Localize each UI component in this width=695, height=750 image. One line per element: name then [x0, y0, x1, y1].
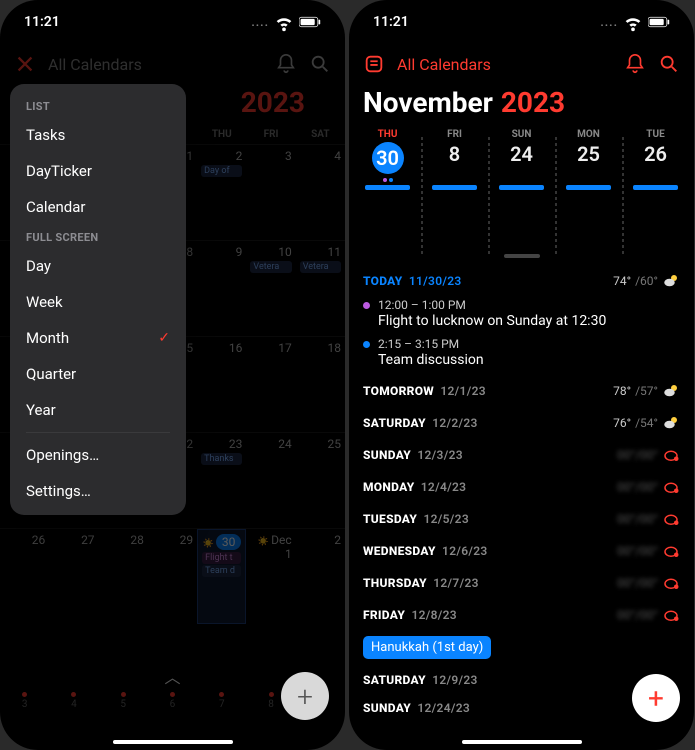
search-icon[interactable]: [309, 53, 331, 75]
month-label: November: [363, 86, 493, 119]
date-cell[interactable]: 3: [246, 145, 295, 240]
date-cell[interactable]: 4: [296, 145, 345, 240]
agenda-day-header[interactable]: TODAY 11/30/2374°/60°: [349, 264, 694, 296]
menu-item-settings[interactable]: Settings…: [10, 473, 186, 509]
date-cell[interactable]: 24: [246, 433, 295, 528]
year-label: 2023: [241, 86, 305, 119]
status-bar: 11:21 ....: [0, 0, 345, 44]
agenda-day-header[interactable]: TOMORROW 12/1/2378°/57°: [349, 374, 694, 406]
ticker-day[interactable]: FRI8: [424, 129, 485, 254]
add-event-button[interactable]: +: [281, 672, 329, 720]
wifi-icon: [273, 11, 295, 33]
date-cell[interactable]: ☀️ 30Flight tTeam d: [197, 529, 246, 624]
bell-icon[interactable]: [624, 53, 646, 75]
menu-item-day[interactable]: Day: [10, 248, 186, 284]
agenda-day-header[interactable]: SUNDAY 12/3/2300°/00°: [349, 438, 694, 470]
calendar-select[interactable]: All Calendars: [397, 55, 491, 74]
strip-day[interactable]: 7: [219, 692, 225, 710]
event-chip[interactable]: Vetera: [250, 261, 291, 273]
date-cell[interactable]: 11Vetera: [296, 241, 345, 336]
date-cell[interactable]: 27: [49, 529, 98, 624]
menu-section-list: LIST: [10, 94, 186, 117]
menu-item-calendar[interactable]: Calendar: [10, 189, 186, 225]
view-menu-popover: LIST TasksDayTickerCalendar FULL SCREEN …: [10, 84, 186, 515]
home-indicator[interactable]: [113, 740, 233, 744]
menu-item-week[interactable]: Week: [10, 284, 186, 320]
menu-icon[interactable]: [363, 53, 385, 75]
date-cell[interactable]: 2Day of: [197, 145, 246, 240]
event-chip[interactable]: Team d: [202, 565, 241, 577]
date-cell[interactable]: 2: [296, 529, 345, 624]
date-cell[interactable]: 28: [99, 529, 148, 624]
battery-icon: [299, 11, 321, 33]
menu-item-tasks[interactable]: Tasks: [10, 117, 186, 153]
agenda-day-header[interactable]: THURSDAY 12/7/2300°/00°: [349, 566, 694, 598]
agenda-day-header[interactable]: WEDNESDAY 12/6/2300°/00°: [349, 534, 694, 566]
event-chip[interactable]: Flight t: [202, 552, 241, 564]
agenda-day-header[interactable]: TUESDAY 12/5/2300°/00°: [349, 502, 694, 534]
drag-handle-icon[interactable]: ︿: [164, 664, 180, 688]
weekday-label: SAT: [296, 125, 345, 144]
date-cell[interactable]: 10Vetera: [246, 241, 295, 336]
agenda-event[interactable]: 12:00 – 1:00 PMFlight to lucknow on Sund…: [349, 296, 694, 335]
weekday-label: THU: [197, 125, 246, 144]
bell-icon[interactable]: [275, 53, 297, 75]
day-ticker[interactable]: THU30FRI8SUN24MON25TUE26: [349, 125, 694, 260]
agenda-day-header[interactable]: SATURDAY 12/2/2376°/54°: [349, 406, 694, 438]
strip-day[interactable]: 3: [22, 692, 28, 710]
agenda-list[interactable]: TODAY 11/30/2374°/60°12:00 – 1:00 PMFlig…: [349, 260, 694, 750]
menu-section-fullscreen: FULL SCREEN: [10, 225, 186, 248]
holiday-chip[interactable]: Hanukkah (1st day): [363, 636, 491, 659]
date-cell[interactable]: 9: [197, 241, 246, 336]
year-label: 2023: [501, 86, 565, 119]
strip-day[interactable]: 5: [120, 692, 126, 710]
menu-item-openings[interactable]: Openings…: [10, 437, 186, 473]
event-chip[interactable]: Thanks: [201, 453, 242, 465]
menu-item-dayticker[interactable]: DayTicker: [10, 153, 186, 189]
ticker-day[interactable]: SUN24: [491, 129, 552, 254]
date-cell[interactable]: 26: [0, 529, 49, 624]
month-title: November 2023: [349, 84, 694, 125]
menu-item-month[interactable]: Month✓: [10, 320, 186, 356]
ticker-day[interactable]: TUE26: [625, 129, 686, 254]
ticker-day[interactable]: MON25: [558, 129, 619, 254]
agenda-day-header[interactable]: MONDAY 12/4/2300°/00°: [349, 470, 694, 502]
agenda-event[interactable]: 2:15 – 3:15 PMTeam discussion: [349, 335, 694, 374]
phone-right: 11:21 .... All Calendars November 2023 T…: [349, 0, 694, 750]
battery-icon: [648, 11, 670, 33]
strip-day[interactable]: 8: [268, 692, 274, 710]
event-chip[interactable]: Day of: [201, 165, 242, 177]
date-cell[interactable]: 17: [246, 337, 295, 432]
strip-day[interactable]: 4: [71, 692, 77, 710]
ticker-handle[interactable]: [504, 254, 540, 258]
ticker-day[interactable]: THU30: [357, 129, 418, 254]
weekday-label: FRI: [246, 125, 295, 144]
calendar-select[interactable]: All Calendars: [48, 55, 142, 74]
menu-item-quarter[interactable]: Quarter: [10, 356, 186, 392]
status-indicators: ....: [600, 11, 670, 33]
event-chip[interactable]: Vetera: [300, 261, 341, 273]
status-time: 11:21: [24, 14, 60, 30]
topbar: All Calendars: [349, 44, 694, 84]
date-cell[interactable]: 18: [296, 337, 345, 432]
status-indicators: ....: [251, 11, 321, 33]
date-cell[interactable]: 23Thanks: [197, 433, 246, 528]
strip-day[interactable]: 6: [170, 692, 176, 710]
topbar: All Calendars: [0, 44, 345, 84]
menu-item-year[interactable]: Year: [10, 392, 186, 428]
check-icon: ✓: [158, 330, 170, 346]
date-cell[interactable]: 29: [148, 529, 197, 624]
agenda-day-header[interactable]: FRIDAY 12/8/2300°/00°: [349, 598, 694, 630]
phone-left: 11:21 .... All Calendars 2023 SUNMONTUEW…: [0, 0, 345, 750]
status-bar: 11:21 ....: [349, 0, 694, 44]
home-indicator[interactable]: [462, 740, 582, 744]
search-icon[interactable]: [658, 53, 680, 75]
status-time: 11:21: [373, 14, 409, 30]
date-cell[interactable]: 25: [296, 433, 345, 528]
add-event-button[interactable]: +: [632, 674, 680, 722]
date-cell[interactable]: ☀️ Dec 1: [246, 529, 295, 624]
date-cell[interactable]: 16: [197, 337, 246, 432]
wifi-icon: [622, 11, 644, 33]
close-icon[interactable]: [14, 53, 36, 75]
